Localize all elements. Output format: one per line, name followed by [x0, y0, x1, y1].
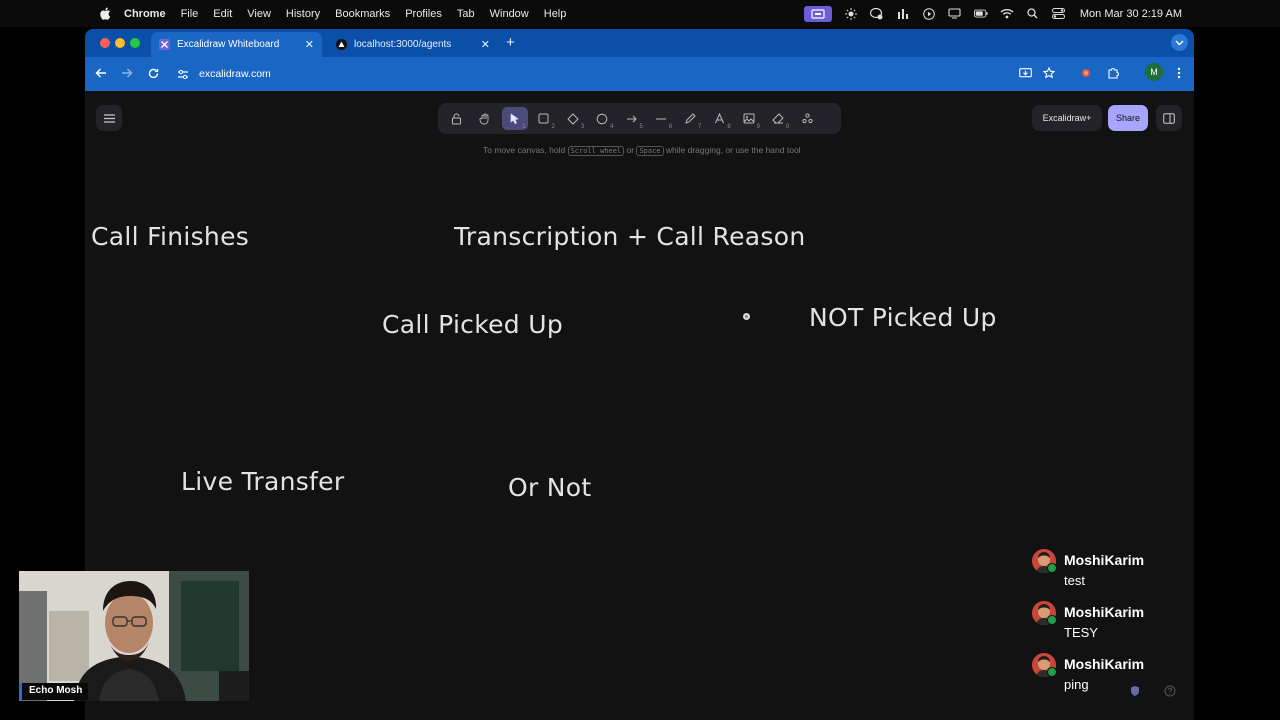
excalidraw-plus-button[interactable]: Excalidraw+	[1032, 105, 1102, 131]
live-chat-overlay: MoshiKarim test MoshiKarim TESY MoshiKar…	[1025, 545, 1205, 701]
canvas-text-transcription[interactable]: Transcription + Call Reason	[454, 222, 805, 251]
apple-menu-icon[interactable]	[99, 7, 111, 20]
more-tools-icon[interactable]	[795, 107, 821, 130]
brightness-icon[interactable]	[844, 7, 858, 20]
forward-button[interactable]	[120, 66, 134, 80]
display-icon[interactable]	[948, 8, 962, 20]
hand-tool-icon[interactable]	[472, 107, 498, 130]
collaborator-cursor-icon	[743, 313, 750, 320]
webcam-feed-image	[19, 571, 249, 701]
selection-tool-icon[interactable]: 1	[501, 107, 528, 130]
menu-history[interactable]: History	[286, 8, 320, 20]
tab-localhost[interactable]: localhost:3000/agents ✕	[328, 32, 498, 57]
webcam-video	[19, 571, 249, 701]
extension-icon[interactable]	[1079, 66, 1093, 80]
reload-button[interactable]	[146, 66, 160, 80]
canvas-text-call-finishes[interactable]: Call Finishes	[91, 222, 249, 251]
menu-bookmarks[interactable]: Bookmarks	[335, 8, 390, 20]
chat-username: MoshiKarim	[1064, 604, 1145, 620]
chat-text: ping	[1064, 677, 1089, 692]
diamond-tool-icon[interactable]: 3	[560, 107, 586, 130]
arrow-tool-icon[interactable]: 5	[619, 107, 645, 130]
tab-title: localhost:3000/agents	[354, 39, 452, 50]
menu-profiles[interactable]: Profiles	[405, 8, 442, 20]
localhost-favicon-icon	[336, 39, 347, 50]
chat-message: MoshiKarim TESY	[1025, 597, 1205, 649]
profile-avatar[interactable]: M	[1145, 63, 1163, 81]
search-icon[interactable]	[1026, 8, 1040, 20]
canvas-text-live-transfer[interactable]: Live Transfer	[181, 467, 344, 496]
canvas-text-not-picked-up[interactable]: NOT Picked Up	[809, 303, 997, 332]
library-sidebar-icon[interactable]	[1156, 105, 1182, 131]
close-tab-icon[interactable]: ✕	[305, 38, 314, 51]
canvas-text-or-not[interactable]: Or Not	[508, 473, 592, 502]
close-tab-icon[interactable]: ✕	[481, 38, 490, 51]
menu-edit[interactable]: Edit	[213, 8, 232, 20]
pencil-tool-icon[interactable]: 7	[677, 107, 703, 130]
menu-bar-status-area: Mon Mar 30 2:19 AM	[803, 0, 1182, 27]
wifi-icon[interactable]	[1000, 8, 1014, 20]
chat-username: MoshiKarim	[1064, 656, 1145, 672]
chat-message: MoshiKarim test	[1025, 545, 1205, 597]
chrome-menu-icon[interactable]	[1172, 66, 1186, 80]
chat-username: MoshiKarim	[1064, 552, 1145, 568]
tab-title: Excalidraw Whiteboard	[177, 39, 280, 50]
kbd-scroll-wheel: Scroll wheel	[567, 146, 625, 156]
chat-text: TESY	[1064, 625, 1098, 640]
screen-recording-icon[interactable]	[803, 5, 832, 22]
menu-app-name[interactable]: Chrome	[124, 8, 166, 20]
share-button[interactable]: Share	[1108, 105, 1148, 131]
verified-badge-icon	[1047, 563, 1057, 573]
tab-search-button[interactable]	[1171, 34, 1188, 51]
chat-text: test	[1064, 573, 1085, 588]
text-tool-icon[interactable]: 8	[707, 107, 733, 130]
chat-app-icon[interactable]	[870, 7, 884, 20]
menu-help[interactable]: Help	[544, 8, 567, 20]
verified-badge-icon	[1047, 615, 1057, 625]
image-tool-icon[interactable]: 9	[736, 107, 762, 130]
main-menu-button[interactable]	[96, 105, 122, 131]
canvas-text-call-picked-up[interactable]: Call Picked Up	[382, 310, 563, 339]
control-center-icon[interactable]	[1052, 8, 1066, 20]
new-tab-button[interactable]: +	[506, 34, 515, 51]
battery-icon[interactable]	[973, 8, 988, 20]
address-bar[interactable]: excalidraw.com	[173, 62, 1053, 86]
bookmark-star-icon[interactable]	[1042, 66, 1056, 80]
eraser-tool-icon[interactable]: 0	[765, 107, 791, 130]
extensions-puzzle-icon[interactable]	[1106, 66, 1120, 80]
line-tool-icon[interactable]: 6	[648, 107, 674, 130]
tab-excalidraw[interactable]: Excalidraw Whiteboard ✕	[151, 32, 322, 57]
canvas-hint: To move canvas, hold Scroll wheel or Spa…	[483, 145, 801, 156]
install-app-icon[interactable]	[1018, 66, 1032, 80]
zoom-window-button[interactable]	[130, 38, 140, 48]
url-text: excalidraw.com	[199, 68, 271, 80]
kbd-space: Space	[636, 146, 664, 156]
verified-badge-icon	[1047, 667, 1057, 677]
menu-bar-clock[interactable]: Mon Mar 30 2:19 AM	[1080, 8, 1182, 20]
tab-strip: Excalidraw Whiteboard ✕ localhost:3000/a…	[85, 29, 1194, 57]
close-window-button[interactable]	[100, 38, 110, 48]
play-icon[interactable]	[922, 7, 936, 20]
menu-tab[interactable]: Tab	[457, 8, 475, 20]
menu-window[interactable]: Window	[490, 8, 529, 20]
rectangle-tool-icon[interactable]: 2	[531, 107, 557, 130]
minimize-window-button[interactable]	[115, 38, 125, 48]
back-button[interactable]	[94, 66, 108, 80]
excalidraw-favicon-icon	[159, 39, 170, 50]
chat-message: MoshiKarim ping	[1025, 649, 1205, 701]
macos-menu-bar: Chrome File Edit View History Bookmarks …	[0, 0, 1280, 27]
menu-file[interactable]: File	[181, 8, 199, 20]
webcam-name-label: Echo Mosh	[19, 683, 89, 700]
shape-toolbar: 1 2 3 4 5 6 7 8 9 0	[438, 103, 841, 134]
browser-toolbar: excalidraw.com M	[85, 57, 1194, 91]
site-info-icon[interactable]	[177, 67, 189, 85]
ellipse-tool-icon[interactable]: 4	[589, 107, 615, 130]
lock-tool-icon[interactable]	[443, 107, 469, 130]
stats-icon[interactable]	[896, 8, 910, 20]
menu-view[interactable]: View	[247, 8, 271, 20]
